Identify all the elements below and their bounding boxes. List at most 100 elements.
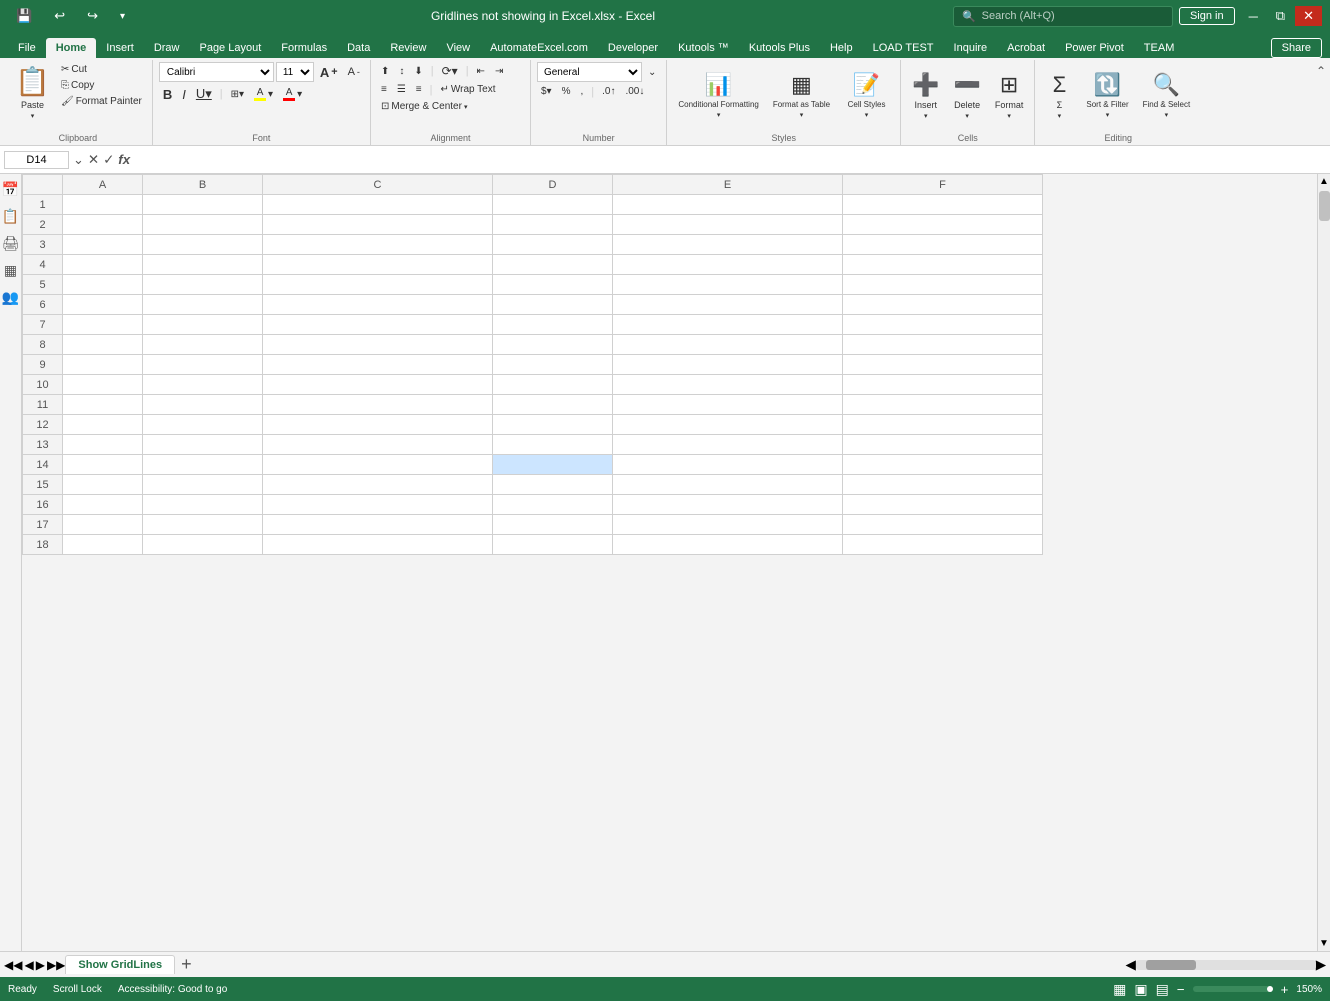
cell-e14[interactable] bbox=[613, 455, 843, 475]
tab-team[interactable]: TEAM bbox=[1134, 38, 1185, 58]
cell-d10[interactable] bbox=[493, 375, 613, 395]
cell-f11[interactable] bbox=[843, 395, 1043, 415]
tab-file[interactable]: File bbox=[8, 38, 46, 58]
cell-styles-button[interactable]: 📝 Cell Styles ▾ bbox=[839, 69, 894, 122]
sheet-first-button[interactable]: ◀◀ bbox=[4, 958, 22, 972]
tab-draw[interactable]: Draw bbox=[144, 38, 190, 58]
tab-kutools-plus[interactable]: Kutools Plus bbox=[739, 38, 820, 58]
find-select-button[interactable]: 🔍 Find & Select ▾ bbox=[1138, 69, 1196, 122]
row-header-10[interactable]: 10 bbox=[23, 375, 63, 395]
bold-button[interactable]: B bbox=[159, 85, 176, 104]
tab-home[interactable]: Home bbox=[46, 38, 97, 58]
row-header-18[interactable]: 18 bbox=[23, 535, 63, 555]
side-icon-4[interactable]: ▦ bbox=[1, 259, 20, 282]
cell-f18[interactable] bbox=[843, 535, 1043, 555]
tab-acrobat[interactable]: Acrobat bbox=[997, 38, 1055, 58]
cell-a13[interactable] bbox=[63, 435, 143, 455]
cell-b2[interactable] bbox=[143, 215, 263, 235]
row-header-17[interactable]: 17 bbox=[23, 515, 63, 535]
cell-e17[interactable] bbox=[613, 515, 843, 535]
cell-c18[interactable] bbox=[263, 535, 493, 555]
cell-a5[interactable] bbox=[63, 275, 143, 295]
cell-d17[interactable] bbox=[493, 515, 613, 535]
tab-automateexcel[interactable]: AutomateExcel.com bbox=[480, 38, 598, 58]
search-input[interactable] bbox=[982, 10, 1142, 22]
cell-e11[interactable] bbox=[613, 395, 843, 415]
cell-e15[interactable] bbox=[613, 475, 843, 495]
sum-button[interactable]: Σ Σ ▾ bbox=[1041, 69, 1077, 123]
tab-view[interactable]: View bbox=[436, 38, 480, 58]
col-header-e[interactable]: E bbox=[613, 175, 843, 195]
scroll-up-button[interactable]: ▲ bbox=[1317, 174, 1330, 189]
cell-b6[interactable] bbox=[143, 295, 263, 315]
cell-b13[interactable] bbox=[143, 435, 263, 455]
tab-insert[interactable]: Insert bbox=[96, 38, 144, 58]
cancel-formula-button[interactable]: ✕ bbox=[88, 152, 99, 168]
cell-f7[interactable] bbox=[843, 315, 1043, 335]
cell-c9[interactable] bbox=[263, 355, 493, 375]
font-size-select[interactable]: 11 bbox=[276, 62, 314, 82]
align-left-button[interactable]: ≡ bbox=[377, 82, 391, 97]
cell-a16[interactable] bbox=[63, 495, 143, 515]
align-middle-button[interactable]: ↕ bbox=[395, 64, 408, 79]
cell-b3[interactable] bbox=[143, 235, 263, 255]
cell-f3[interactable] bbox=[843, 235, 1043, 255]
font-color-button[interactable]: A ▾ bbox=[279, 85, 306, 103]
align-right-button[interactable]: ≡ bbox=[412, 82, 426, 97]
cell-c13[interactable] bbox=[263, 435, 493, 455]
currency-button[interactable]: $▾ bbox=[537, 84, 556, 99]
copy-button[interactable]: ⎘ Copy bbox=[57, 78, 146, 93]
cell-c6[interactable] bbox=[263, 295, 493, 315]
col-header-c[interactable]: C bbox=[263, 175, 493, 195]
cell-b12[interactable] bbox=[143, 415, 263, 435]
tab-formulas[interactable]: Formulas bbox=[271, 38, 337, 58]
cell-e3[interactable] bbox=[613, 235, 843, 255]
row-header-2[interactable]: 2 bbox=[23, 215, 63, 235]
cell-c14[interactable] bbox=[263, 455, 493, 475]
page-layout-view-button[interactable]: ▣ bbox=[1134, 981, 1147, 998]
cell-b11[interactable] bbox=[143, 395, 263, 415]
col-header-f[interactable]: F bbox=[843, 175, 1043, 195]
cell-e16[interactable] bbox=[613, 495, 843, 515]
tab-kutools[interactable]: Kutools ™ bbox=[668, 38, 739, 58]
cell-f13[interactable] bbox=[843, 435, 1043, 455]
cell-d9[interactable] bbox=[493, 355, 613, 375]
insert-button[interactable]: ➕ Insert ▾ bbox=[907, 69, 944, 123]
cell-f12[interactable] bbox=[843, 415, 1043, 435]
tab-developer[interactable]: Developer bbox=[598, 38, 668, 58]
delete-button[interactable]: ➖ Delete ▾ bbox=[948, 69, 985, 123]
row-header-8[interactable]: 8 bbox=[23, 335, 63, 355]
row-header-14[interactable]: 14 bbox=[23, 455, 63, 475]
hscroll-left-button[interactable]: ◀ bbox=[1126, 957, 1136, 973]
row-header-15[interactable]: 15 bbox=[23, 475, 63, 495]
cell-d16[interactable] bbox=[493, 495, 613, 515]
cell-c2[interactable] bbox=[263, 215, 493, 235]
col-header-b[interactable]: B bbox=[143, 175, 263, 195]
cell-e4[interactable] bbox=[613, 255, 843, 275]
number-expand-button[interactable]: ⌄ bbox=[644, 65, 660, 80]
cell-b4[interactable] bbox=[143, 255, 263, 275]
cell-b15[interactable] bbox=[143, 475, 263, 495]
side-icon-2[interactable]: 📋 bbox=[0, 205, 22, 228]
cell-a18[interactable] bbox=[63, 535, 143, 555]
italic-button[interactable]: I bbox=[178, 85, 190, 104]
cell-b5[interactable] bbox=[143, 275, 263, 295]
cell-d7[interactable] bbox=[493, 315, 613, 335]
decrease-font-button[interactable]: A- bbox=[344, 64, 364, 80]
cell-e8[interactable] bbox=[613, 335, 843, 355]
row-header-1[interactable]: 1 bbox=[23, 195, 63, 215]
cell-e10[interactable] bbox=[613, 375, 843, 395]
cell-a17[interactable] bbox=[63, 515, 143, 535]
cell-b14[interactable] bbox=[143, 455, 263, 475]
search-box[interactable]: 🔍 bbox=[953, 6, 1173, 27]
cell-e2[interactable] bbox=[613, 215, 843, 235]
sort-filter-button[interactable]: 🔃 Sort & Filter ▾ bbox=[1081, 69, 1133, 122]
cell-d18[interactable] bbox=[493, 535, 613, 555]
format-painter-button[interactable]: 🖌 Format Painter bbox=[57, 94, 146, 109]
row-header-16[interactable]: 16 bbox=[23, 495, 63, 515]
cell-a9[interactable] bbox=[63, 355, 143, 375]
cell-e5[interactable] bbox=[613, 275, 843, 295]
underline-button[interactable]: U▾ bbox=[192, 84, 216, 104]
cell-c10[interactable] bbox=[263, 375, 493, 395]
align-bottom-button[interactable]: ⬇ bbox=[410, 64, 426, 79]
